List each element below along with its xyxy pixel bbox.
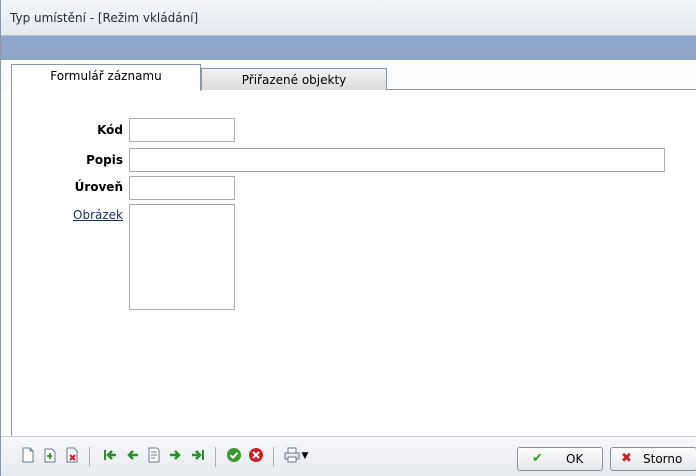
new-record-icon[interactable] <box>19 447 37 465</box>
popis-label: Popis <box>86 153 123 167</box>
kod-label: Kód <box>97 123 123 137</box>
storno-button-label: Storno <box>643 452 683 466</box>
confirm-icon[interactable] <box>225 447 243 465</box>
uroven-label: Úroveň <box>74 180 123 194</box>
image-box[interactable] <box>129 204 235 310</box>
check-icon: ✔ <box>532 451 543 466</box>
window-title: Typ umístění - [Režim vkládání] <box>10 11 199 25</box>
next-record-icon[interactable] <box>167 447 185 465</box>
obrazek-link[interactable]: Obrázek <box>41 208 123 222</box>
find-record-icon[interactable] <box>145 447 163 465</box>
record-window: Typ umístění - [Režim vkládání] Formulář… <box>0 0 696 476</box>
previous-record-icon[interactable] <box>123 447 141 465</box>
tab-record-form[interactable]: Formulář záznamu <box>11 64 201 91</box>
print-icon[interactable] <box>283 447 301 465</box>
toolbar-separator <box>89 447 90 467</box>
chevron-down-icon[interactable]: ▼ <box>300 447 310 465</box>
cancel-icon[interactable] <box>247 447 265 465</box>
toolbar-separator <box>215 447 216 467</box>
x-icon: ✖ <box>621 451 632 466</box>
uroven-field[interactable] <box>129 176 235 200</box>
copy-record-icon[interactable] <box>41 447 59 465</box>
first-record-icon[interactable] <box>101 447 119 465</box>
ok-button[interactable]: ✔ OK <box>517 447 603 471</box>
title-bar: Typ umístění - [Režim vkládání] <box>1 0 696 36</box>
header-band <box>1 36 696 60</box>
ok-button-label: OK <box>566 452 584 466</box>
last-record-icon[interactable] <box>189 447 207 465</box>
tab-assigned-objects[interactable]: Přiřazené objekty <box>201 68 387 90</box>
storno-button[interactable]: ✖ Storno <box>610 447 696 471</box>
bottom-toolbar: ▼ ✔ OK ✖ Storno <box>1 436 696 476</box>
form-panel <box>11 90 696 436</box>
kod-field[interactable] <box>129 118 235 142</box>
delete-record-icon[interactable] <box>63 447 81 465</box>
popis-field[interactable] <box>129 148 665 172</box>
toolbar-separator <box>273 447 274 467</box>
